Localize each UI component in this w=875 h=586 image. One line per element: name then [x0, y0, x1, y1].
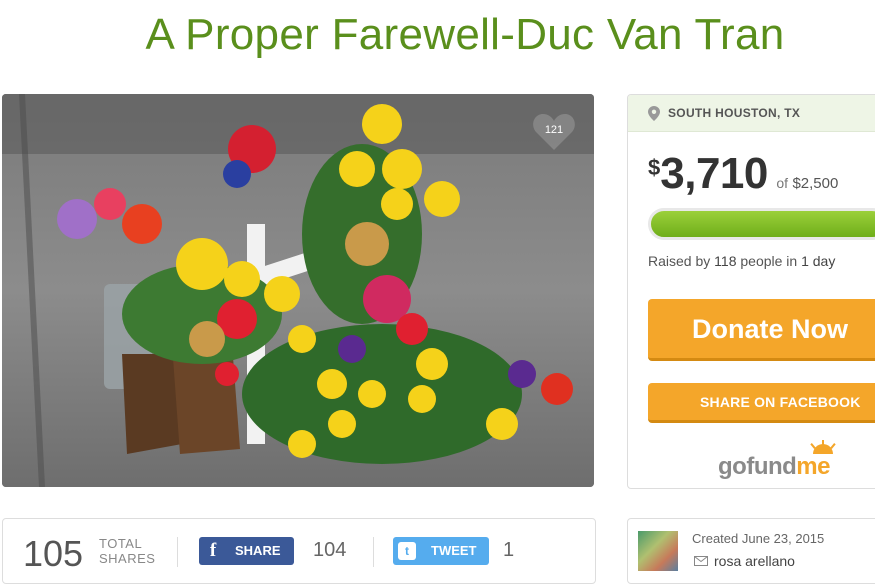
total-shares-label: TOTAL SHARES — [99, 536, 155, 566]
people-text: people in — [740, 253, 798, 269]
twitter-tweet-label: TWEET — [431, 543, 477, 558]
memorial-flowers-image — [2, 94, 594, 487]
gofundme-wordmark: gofundme — [718, 453, 830, 481]
duration-text: 1 day — [801, 253, 836, 269]
total-shares-count: 105 — [23, 533, 84, 574]
progress-bar — [648, 208, 875, 240]
twitter-icon: t — [398, 542, 416, 560]
campaign-photo[interactable] — [2, 94, 594, 487]
of-text: of — [776, 175, 788, 191]
location-text: SOUTH HOUSTON, TX — [668, 106, 801, 120]
location-pin-icon — [648, 106, 660, 121]
location-bar: SOUTH HOUSTON, TX — [628, 95, 875, 132]
twitter-tweet-count: 1 — [503, 539, 515, 561]
raised-by-text: Raised by 118 people in 1 day — [648, 253, 835, 269]
goal-amount: $2,500 — [792, 175, 839, 192]
currency-symbol: $ — [648, 155, 661, 180]
divider — [177, 537, 178, 567]
raised-amount: $3,710 of $2,500 — [648, 149, 838, 199]
shares-bar: 105 TOTAL SHARES f SHARE 104 t TWEET 1 — [2, 518, 596, 584]
mail-icon[interactable] — [694, 556, 708, 566]
gofundme-logo[interactable]: gofundme — [718, 440, 848, 480]
campaign-title: A Proper Farewell-Duc Van Tran — [145, 10, 785, 59]
donor-count: 118 — [714, 253, 737, 269]
heart-count: 121 — [544, 124, 564, 136]
raised-by-prefix: Raised by — [648, 253, 711, 269]
created-date: Created June 23, 2015 — [692, 531, 825, 546]
avatar[interactable] — [638, 531, 678, 571]
divider — [373, 537, 374, 567]
facebook-share-label: SHARE — [235, 543, 281, 558]
facebook-share-count: 104 — [313, 539, 347, 561]
twitter-tweet-button[interactable]: t TWEET — [393, 537, 489, 565]
donation-card: SOUTH HOUSTON, TX $3,710 of $2,500 Raise… — [627, 94, 875, 489]
logo-text-me: me — [796, 453, 830, 480]
facebook-icon: f — [209, 540, 217, 561]
organizer-name[interactable]: rosa arellano — [714, 553, 795, 569]
donate-now-button[interactable]: Donate Now — [648, 299, 875, 361]
progress-fill — [648, 208, 875, 240]
organizer-box: Created June 23, 2015 rosa arellano — [627, 518, 875, 584]
logo-text-gofund: gofund — [718, 453, 797, 480]
share-on-facebook-button[interactable]: SHARE ON FACEBOOK — [648, 383, 875, 423]
raised-value: 3,710 — [660, 149, 768, 198]
shares-label-line2: SHARES — [99, 551, 156, 566]
shares-label-line1: TOTAL — [99, 536, 143, 551]
facebook-share-button[interactable]: f SHARE — [199, 537, 294, 565]
